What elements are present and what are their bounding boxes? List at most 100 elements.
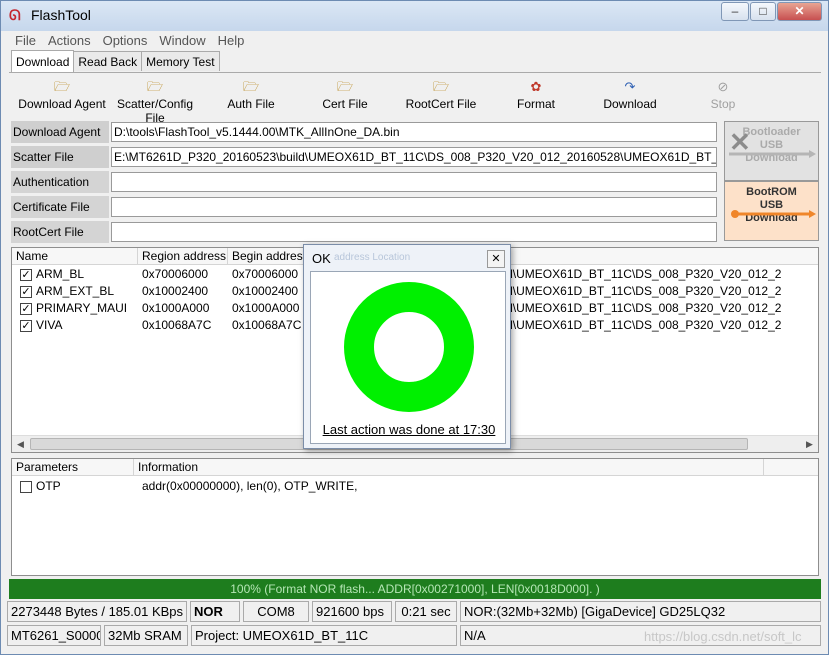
status-baud-rate: 921600 bps [312, 601, 392, 622]
status-transfer-rate: 2273448 Bytes / 185.01 KBps [7, 601, 187, 622]
dialog-close-button[interactable]: ✕ [487, 250, 505, 268]
parameters-table-header: Parameters Information [12, 459, 818, 476]
tab-download[interactable]: Download [11, 50, 75, 72]
maximize-button[interactable]: □ [750, 2, 776, 21]
download-agent-row: Download Agent D:\tools\FlashTool_v5.144… [11, 121, 717, 143]
parameter-name: OTP [36, 479, 61, 493]
column-header-name[interactable]: Name [12, 248, 138, 265]
tab-divider [9, 72, 821, 73]
status-flash-type: NOR [190, 601, 240, 622]
scroll-right-icon[interactable]: ▶ [801, 436, 818, 453]
row-checkbox[interactable]: ✓ [20, 269, 32, 281]
row-checkbox[interactable]: ✓ [20, 320, 32, 332]
stop-button[interactable]: ⊘ Stop [706, 79, 740, 111]
tab-read-back[interactable]: Read Back [73, 51, 143, 71]
row-begin: 0x70006000 [232, 267, 299, 281]
rootcert-file-path-field[interactable] [111, 222, 717, 242]
watermark-text: https://blog.csdn.net/soft_lc [644, 629, 802, 644]
stop-icon: ⊘ [717, 79, 729, 94]
folder-open-icon: 🗁 [54, 79, 71, 94]
authentication-file-path-field[interactable] [111, 172, 717, 192]
rootcert-file-row: RootCert File [11, 221, 717, 243]
column-header-parameters[interactable]: Parameters [12, 459, 134, 476]
rootcert-file-row-label: RootCert File [11, 221, 109, 243]
menu-file[interactable]: File [9, 31, 42, 51]
download-agent-button[interactable]: 🗁 Download Agent [17, 79, 107, 111]
authentication-file-row: Authentication File [11, 171, 717, 211]
download-agent-label: Download Agent [18, 97, 106, 111]
row-checkbox[interactable]: ✓ [20, 303, 32, 315]
close-button[interactable]: ✕ [777, 2, 822, 21]
row-begin: 0x10002400 [232, 284, 299, 298]
scatter-config-file-button[interactable]: 🗁 Scatter/Config File [107, 79, 203, 125]
menu-actions[interactable]: Actions [42, 31, 97, 51]
auth-file-button[interactable]: 🗁 Auth File [221, 79, 281, 111]
format-icon: ✿ [530, 79, 542, 94]
bootloader-usb-download-button[interactable]: Bootloader USB Download ✕ [724, 121, 819, 181]
row-name: ARM_BL [36, 267, 85, 281]
row-checkbox[interactable]: ✓ [20, 286, 32, 298]
auth-file-label: Auth File [227, 97, 275, 111]
dialog-title: OK [312, 251, 331, 266]
window-title: FlashTool [31, 7, 91, 23]
dialog-body: Last action was done at 17:30 [310, 271, 506, 444]
tab-memory-test[interactable]: Memory Test [141, 51, 220, 71]
download-agent-row-label: Download Agent [11, 121, 109, 143]
title-bar: ᘏ FlashTool – □ ✕ [1, 1, 828, 31]
bootrom-label: BootROM [746, 186, 797, 198]
column-header-region[interactable]: Region address [138, 248, 228, 265]
row-name: PRIMARY_MAUI [36, 301, 128, 315]
scroll-left-icon[interactable]: ◀ [12, 436, 29, 453]
cert-file-label: Cert File [322, 97, 368, 111]
folder-open-icon: 🗁 [433, 79, 450, 94]
status-flash-info: NOR:(32Mb+32Mb) [GigaDevice] GD25LQ32 [460, 601, 821, 622]
menu-bar: File Actions Options Window Help [9, 31, 821, 51]
rootcert-file-button[interactable]: 🗁 RootCert File [405, 79, 477, 111]
rootcert-file-label: RootCert File [405, 97, 477, 111]
row-region: 0x10002400 [142, 284, 209, 298]
status-chip: MT6261_S0000 [7, 625, 101, 646]
scatter-file-path-field[interactable]: E:\MT6261D_P320_20160523\build\UMEOX61D_… [111, 147, 717, 167]
column-header-information[interactable]: Information [134, 459, 764, 476]
cert-file-button[interactable]: 🗁 Cert File [316, 79, 374, 111]
progress-bar: 100% (Format NOR flash... ADDR[0x0027100… [9, 579, 821, 599]
parameter-row[interactable]: OTP addr(0x00000000), len(0), OTP_WRITE, [12, 478, 818, 495]
scatter-file-row: Scatter File E:\MT6261D_P320_20160523\bu… [11, 146, 717, 168]
row-region: 0x1000A000 [142, 301, 210, 315]
tab-strip: Download Read Back Memory Test [11, 50, 220, 73]
minimize-button[interactable]: – [721, 2, 749, 21]
format-button[interactable]: ✿ Format [512, 79, 560, 111]
download-button[interactable]: ↷ Download [600, 79, 660, 111]
authentication-file-row-label: Authentication File [11, 171, 109, 211]
scatter-file-row-label: Scatter File [11, 146, 109, 168]
flashtool-logo-icon: ᘏ [9, 7, 21, 23]
status-sram: 32Mb SRAM [104, 625, 188, 646]
bootrom-usb-download-button[interactable]: BootROM USB Download [724, 181, 819, 241]
disabled-x-icon: ✕ [729, 127, 751, 157]
menu-options[interactable]: Options [97, 31, 154, 51]
certificate-file-row-label: Certificate File [11, 196, 109, 218]
folder-open-icon: 🗁 [243, 79, 260, 94]
status-elapsed-time: 0:21 sec [395, 601, 457, 622]
row-region: 0x70006000 [142, 267, 209, 281]
status-project: Project: UMEOX61D_BT_11C [191, 625, 457, 646]
success-ring-icon [344, 282, 474, 412]
parameters-table: Parameters Information OTP addr(0x000000… [11, 458, 819, 576]
menu-help[interactable]: Help [212, 31, 251, 51]
certificate-file-row: Certificate File [11, 196, 717, 218]
folder-open-icon: 🗁 [337, 79, 354, 94]
download-label: Download [603, 97, 657, 111]
row-name: VIVA [36, 318, 63, 332]
row-name: ARM_EXT_BL [36, 284, 115, 298]
download-agent-path-field[interactable]: D:\tools\FlashTool_v5.1444.00\MTK_AllInO… [111, 122, 717, 142]
certificate-file-path-field[interactable] [111, 197, 717, 217]
download-icon: ↷ [624, 79, 636, 94]
row-begin: 0x1000A000 [232, 301, 300, 315]
ok-dialog: OK address Location ✕ Last action was do… [303, 244, 511, 449]
stop-label: Stop [710, 97, 736, 111]
flashtool-window: ᘏ FlashTool – □ ✕ File Actions Options Wind… [0, 0, 829, 655]
folder-open-icon: 🗁 [147, 79, 164, 94]
status-com-port: COM8 [243, 601, 309, 622]
otp-checkbox[interactable] [20, 481, 32, 493]
menu-window[interactable]: Window [153, 31, 211, 51]
